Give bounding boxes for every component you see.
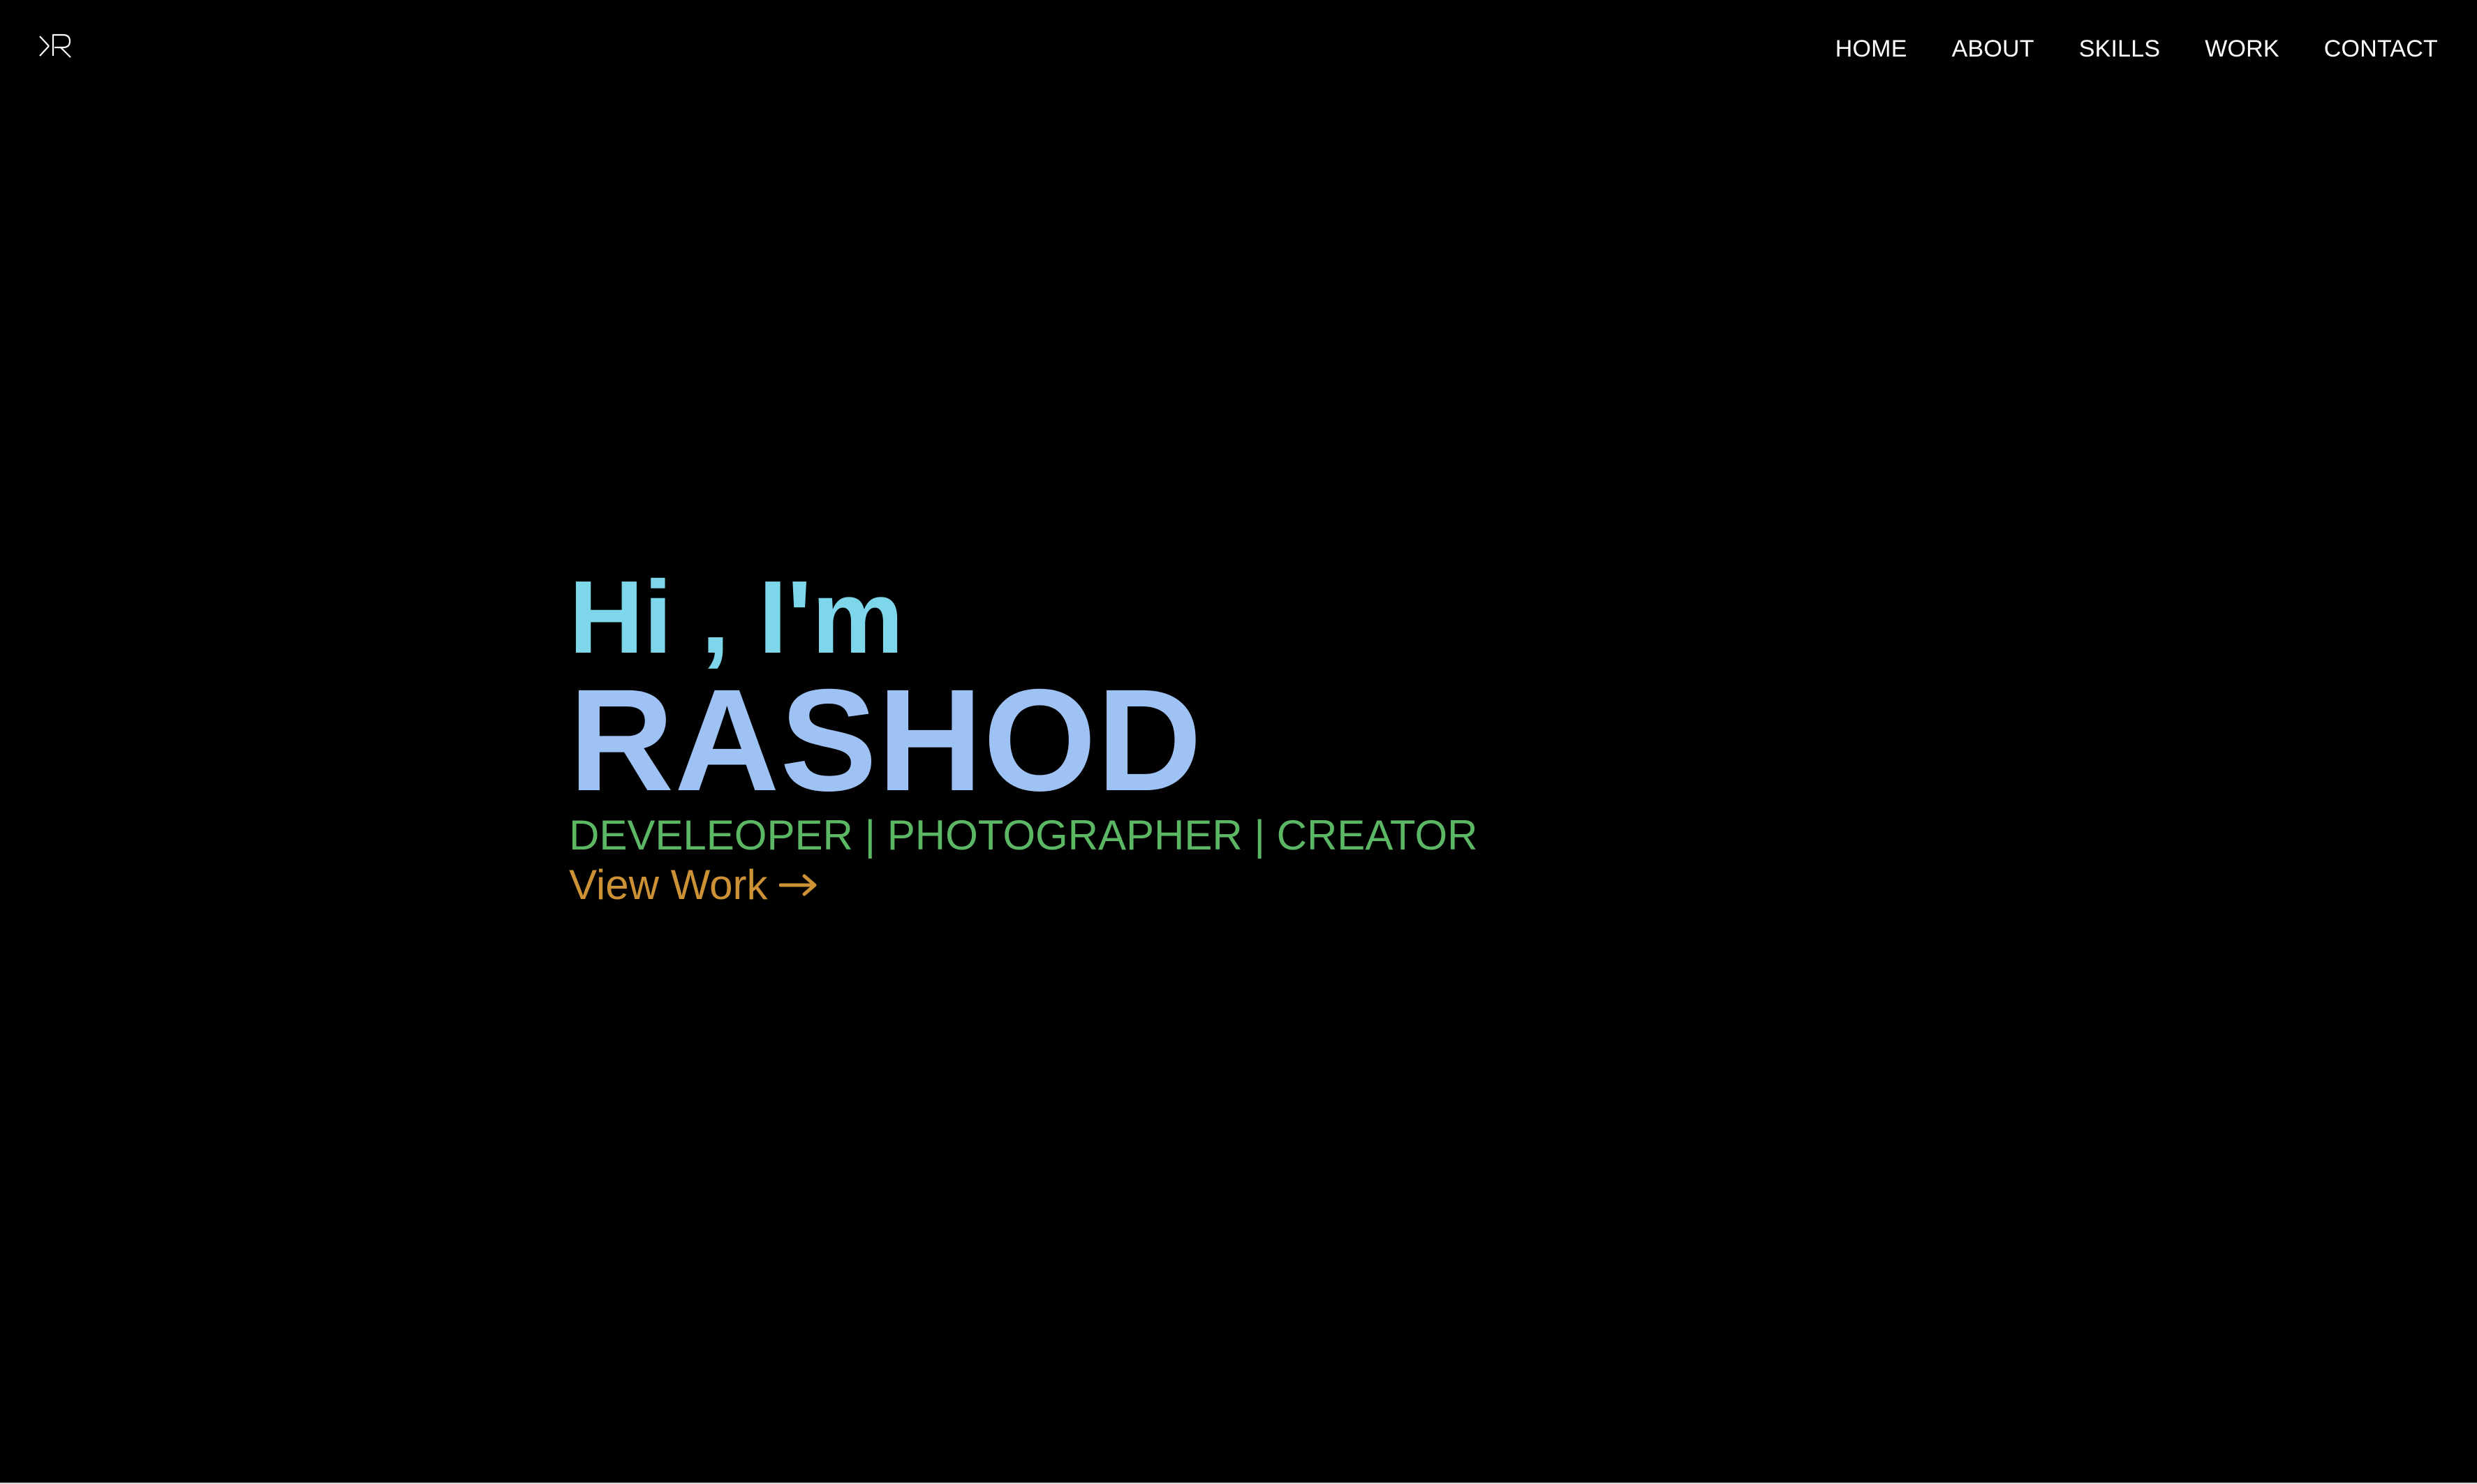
hero-name: RASHOD [569, 660, 1203, 822]
logo[interactable] [38, 32, 75, 60]
nav-item-work[interactable]: WORK [2205, 33, 2279, 65]
view-work-label: View Work [569, 861, 768, 908]
arrow-right-icon [778, 871, 818, 899]
view-work-button[interactable]: View Work [569, 860, 818, 910]
nav-item-home[interactable]: HOME [1835, 33, 1907, 65]
hero-roles: DEVELEOPER | PHOTOGRAPHER | CREATOR [569, 812, 1478, 859]
hero-section: Hi , I'm RASHOD DEVELEOPER | PHOTOGRAPHE… [569, 565, 1477, 910]
nav-item-skills[interactable]: SKILLS [2079, 33, 2161, 65]
page-background: HOME ABOUT SKILLS WORK CONTACT Hi , I'm … [0, 0, 2477, 1483]
nav-item-contact[interactable]: CONTACT [2324, 33, 2438, 65]
hero-greeting: Hi , I'm [569, 560, 904, 675]
main-navigation: HOME ABOUT SKILLS WORK CONTACT [1835, 33, 2438, 65]
kr-logo-icon [39, 34, 71, 58]
nav-item-about[interactable]: ABOUT [1952, 33, 2034, 65]
